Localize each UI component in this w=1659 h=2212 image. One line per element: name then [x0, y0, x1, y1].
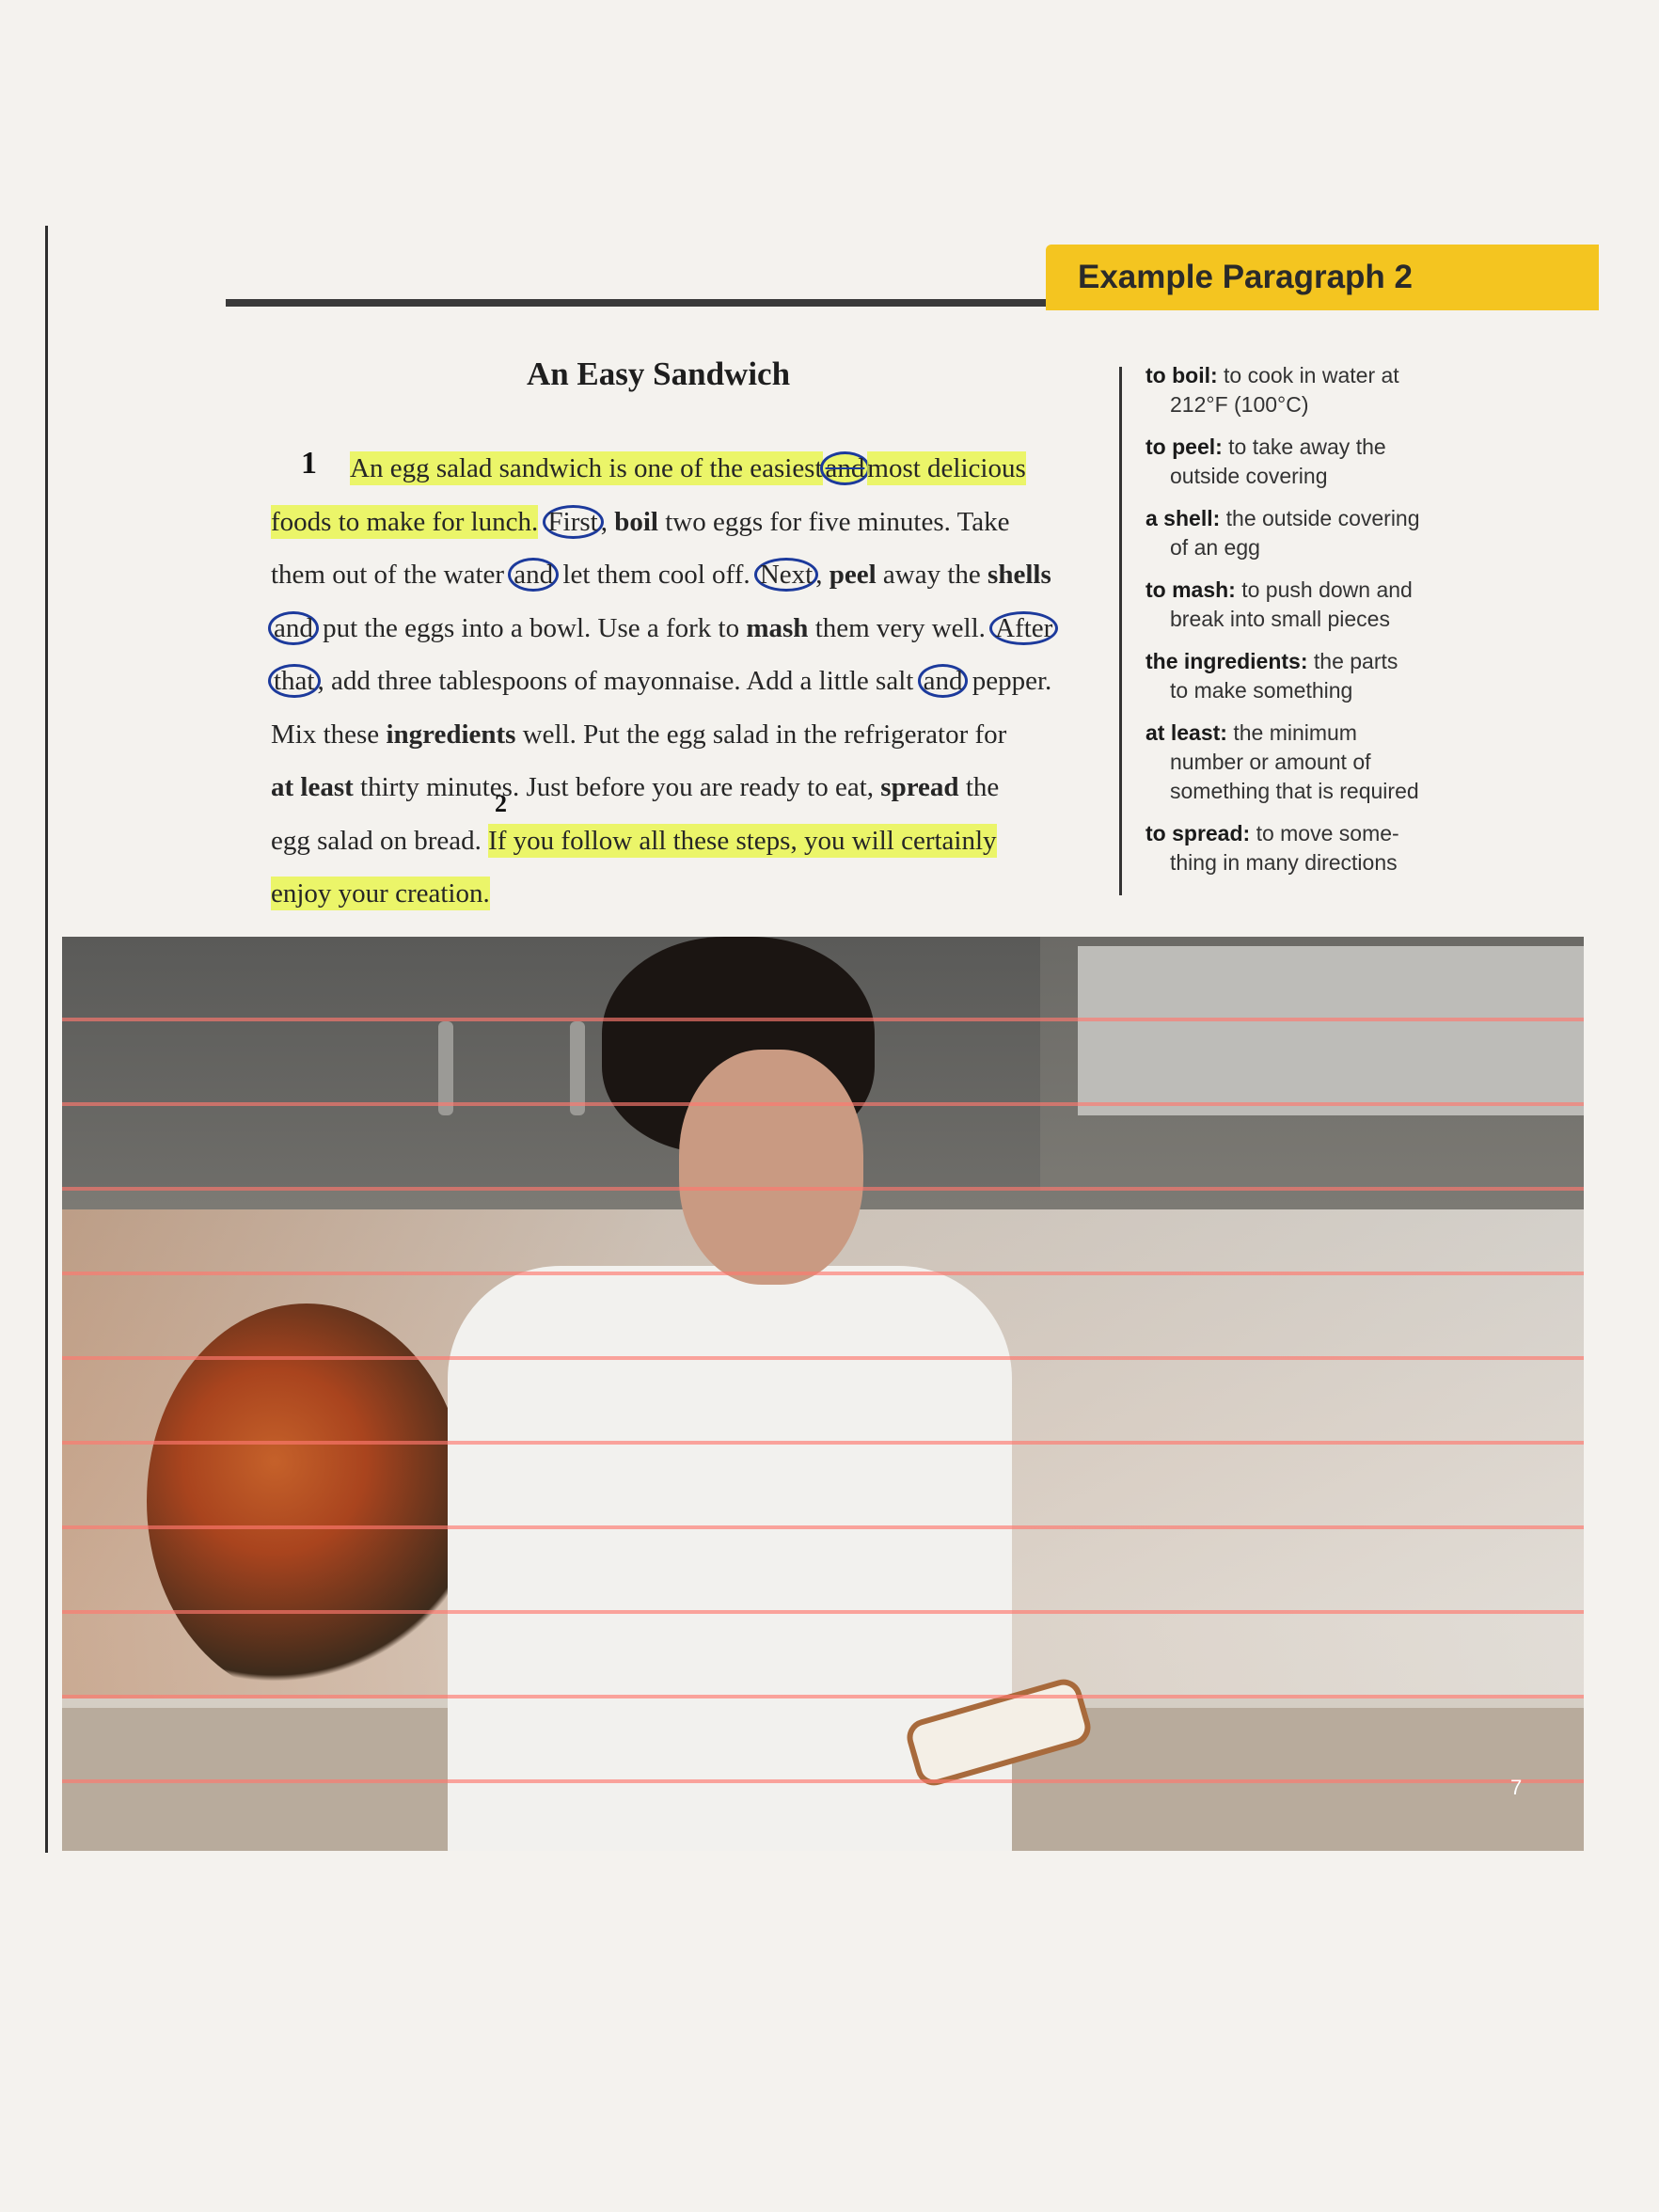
- binding-line: [45, 226, 48, 1853]
- glossary-item: a shell: the outside covering of an egg: [1146, 504, 1456, 562]
- glossary-term: a shell:: [1146, 506, 1221, 530]
- text-run: the: [958, 772, 1000, 802]
- bold-term: peel: [829, 560, 877, 590]
- bold-term: boil: [614, 506, 658, 537]
- bold-term: at least: [271, 772, 354, 802]
- glossary-definition: to cook in water at: [1217, 363, 1399, 387]
- glossary-definition-continued: to make something: [1170, 678, 1353, 703]
- glossary: to boil: to cook in water at 212°F (100°C…: [1146, 361, 1456, 891]
- header-rule: [226, 299, 1046, 307]
- circled-transition-word: First: [542, 504, 604, 539]
- glossary-definition-continued: outside covering: [1170, 464, 1328, 488]
- glossary-item: at least: the minimum number or amount of…: [1146, 719, 1456, 806]
- text-run: let them cool off.: [556, 560, 757, 590]
- circled-transition-word: and: [917, 664, 969, 698]
- bold-term: mash: [746, 612, 809, 643]
- circled-transition-word: After: [989, 610, 1059, 645]
- document-page: Example Paragraph 2 An Easy Sandwich 1 2…: [0, 0, 1659, 2212]
- glossary-definition: to take away the: [1222, 434, 1386, 459]
- highlighted-text: If you follow all these steps, you will …: [488, 823, 997, 858]
- text-run: put the eggs into a bowl. Use a fork to: [315, 612, 747, 643]
- glossary-definition: to move some-: [1250, 821, 1399, 845]
- bold-term: shells: [988, 560, 1051, 590]
- article-title: An Easy Sandwich: [526, 356, 791, 392]
- glossary-term: to mash:: [1146, 577, 1236, 602]
- paragraph-line: enjoy your creation.: [271, 867, 1089, 921]
- article-paragraph: An egg salad sandwich is one of the easi…: [268, 442, 1089, 921]
- text-run: them out of the water: [271, 560, 512, 590]
- paragraph-line: Mix these ingredients well. Put the egg …: [271, 708, 1089, 762]
- glossary-divider: [1119, 367, 1122, 895]
- text-run: well. Put the egg salad in the refrigera…: [515, 719, 1007, 750]
- circled-struck-word: and: [819, 451, 871, 485]
- paragraph-line: at least thirty minutes. Just before you…: [271, 761, 1089, 814]
- glossary-definition-continued: break into small pieces: [1170, 607, 1390, 631]
- text-run: two eggs for five minutes. Take: [657, 506, 1010, 537]
- highlighted-text: An egg salad sandwich is one of the easi…: [350, 451, 823, 485]
- paragraph-line: egg salad on bread. If you follow all th…: [271, 814, 1089, 868]
- kitchen-photo: [62, 937, 1584, 1851]
- text-run: them very well.: [808, 612, 993, 643]
- glossary-term: at least:: [1146, 720, 1227, 745]
- paragraph-line: them out of the water and let them cool …: [271, 548, 1089, 602]
- circled-transition-word: Next: [753, 558, 819, 592]
- glossary-definition-continued: of an egg: [1170, 535, 1260, 560]
- glossary-definition: the parts: [1307, 649, 1398, 673]
- text-run: ,: [815, 560, 830, 590]
- glossary-definition: the minimum: [1226, 720, 1357, 745]
- text-run: Mix these: [271, 719, 387, 750]
- bold-term: ingredients: [386, 719, 516, 750]
- highlighted-text: foods to make for lunch.: [271, 504, 539, 539]
- circled-transition-word: and: [508, 558, 560, 592]
- glossary-definition: to push down and: [1235, 577, 1413, 602]
- text-run: thirty minutes. Just before you are read…: [353, 772, 881, 802]
- text-run: pepper.: [965, 666, 1052, 696]
- paragraph-line: that, add three tablespoons of mayonnais…: [268, 655, 1089, 708]
- glossary-item: to mash: to push down and break into smal…: [1146, 576, 1456, 634]
- glossary-definition-continued: 212°F (100°C): [1170, 392, 1309, 417]
- glossary-item: the ingredients: the parts to make someth…: [1146, 647, 1456, 705]
- highlighted-text: enjoy your creation.: [271, 877, 490, 910]
- glossary-item: to peel: to take away the outside coverin…: [1146, 433, 1456, 491]
- glossary-definition-continued: number or amount of something that is re…: [1170, 750, 1419, 803]
- circled-transition-word: and: [268, 610, 319, 645]
- section-tab: Example Paragraph 2: [1046, 245, 1599, 310]
- text-run: , add three tablespoons of mayonnaise. A…: [317, 666, 921, 696]
- bold-term: spread: [880, 772, 959, 802]
- glossary-term: the ingredients:: [1146, 649, 1308, 673]
- text-run: egg salad on bread.: [271, 825, 489, 856]
- page-number: 7: [1510, 1776, 1523, 1799]
- text-run: ,: [600, 506, 615, 537]
- paragraph-line: and put the eggs into a bowl. Use a fork…: [268, 602, 1089, 656]
- glossary-item: to boil: to cook in water at 212°F (100°C…: [1146, 361, 1456, 419]
- text-run: away the: [876, 560, 988, 590]
- circled-transition-word: that: [268, 664, 321, 698]
- photo-scan-lines: [62, 937, 1584, 1851]
- paragraph-line: foods to make for lunch. First, boil two…: [271, 496, 1089, 549]
- glossary-definition-continued: thing in many directions: [1170, 850, 1398, 875]
- glossary-definition: the outside covering: [1220, 506, 1420, 530]
- paragraph-line: An egg salad sandwich is one of the easi…: [271, 442, 1089, 496]
- glossary-item: to spread: to move some-thing in many di…: [1146, 819, 1456, 877]
- highlighted-text: most delicious: [867, 451, 1026, 485]
- glossary-term: to peel:: [1146, 434, 1223, 459]
- glossary-term: to spread:: [1146, 821, 1251, 845]
- glossary-term: to boil:: [1146, 363, 1218, 387]
